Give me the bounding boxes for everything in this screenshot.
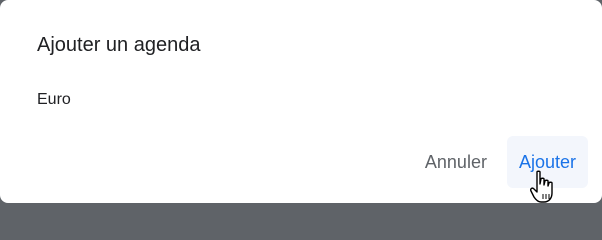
dialog-title: Ajouter un agenda [37,34,201,56]
dialog-actions: Annuler Ajouter [413,136,588,188]
cancel-button[interactable]: Annuler [413,136,499,188]
add-calendar-dialog: Ajouter un agenda Euro Annuler Ajouter [0,0,602,203]
add-button[interactable]: Ajouter [506,136,588,188]
calendar-name-text: Euro [37,91,71,108]
